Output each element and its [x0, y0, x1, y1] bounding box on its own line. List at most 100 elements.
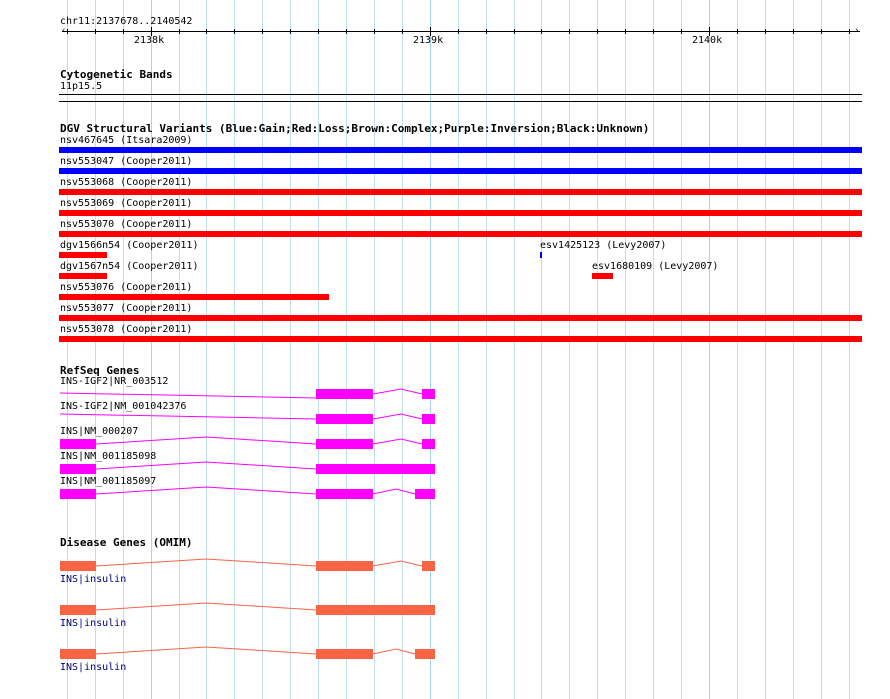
ruler-tick [597, 29, 598, 34]
variant-bar-loss[interactable] [592, 273, 613, 279]
variant-bar-loss[interactable] [59, 294, 329, 300]
grid-line [234, 0, 235, 699]
exon-block [316, 605, 435, 615]
grid-line [486, 0, 487, 699]
exon-block [316, 561, 373, 571]
variant-label[interactable]: nsv467645 (Itsara2009) [60, 135, 192, 147]
ruler-tick [262, 29, 263, 34]
ruler-tick [765, 29, 766, 34]
grid-line [541, 0, 542, 699]
ruler-tick [514, 29, 515, 34]
variant-label[interactable]: dgv1567n54 (Cooper2011) [60, 261, 198, 273]
variant-bar-loss[interactable] [59, 189, 862, 195]
variant-bar-loss[interactable] [59, 315, 862, 321]
variant-bar-loss[interactable] [59, 252, 107, 258]
variant-bar-gain[interactable] [540, 252, 542, 258]
grid-line [430, 0, 431, 699]
exon-block [316, 464, 435, 474]
variant-label[interactable]: nsv553068 (Cooper2011) [60, 177, 192, 189]
ruler-tick [821, 29, 822, 34]
variant-label[interactable]: esv1680109 (Levy2007) [592, 261, 718, 273]
omim-gene-label[interactable]: INS|insulin [60, 618, 126, 630]
omim-gene-model[interactable] [0, 556, 890, 576]
cytoband-track-title[interactable]: Cytogenetic Bands [60, 68, 173, 81]
variant-label[interactable]: nsv553076 (Cooper2011) [60, 282, 192, 294]
dgv-track-title[interactable]: DGV Structural Variants (Blue:Gain;Red:L… [60, 122, 649, 135]
ruler-tick [625, 29, 626, 34]
variant-label[interactable]: nsv553078 (Cooper2011) [60, 324, 192, 336]
exon-block [60, 464, 96, 474]
grid-line [849, 0, 850, 699]
exon-block [422, 439, 435, 449]
ruler-axis [62, 31, 860, 32]
ruler-tick [569, 29, 570, 34]
ruler-tick [206, 29, 207, 34]
omim-gene-model[interactable] [0, 644, 890, 664]
ruler-tick [67, 29, 68, 34]
cytoband-top-line [59, 94, 862, 95]
ruler-tick [849, 29, 850, 34]
exon-block [60, 561, 96, 571]
ruler-tick [318, 29, 319, 34]
grid-line [597, 0, 598, 699]
variant-label[interactable]: nsv553077 (Cooper2011) [60, 303, 192, 315]
variant-bar-gain[interactable] [59, 147, 862, 153]
ruler-tick-label: 2139k [413, 35, 444, 46]
grid-line [458, 0, 459, 699]
exon-block [316, 414, 373, 424]
ruler-right-arrow-icon: › [854, 26, 860, 36]
ruler-left-arrow-icon: ‹ [61, 26, 67, 36]
variant-bar-loss[interactable] [59, 210, 862, 216]
variant-label[interactable]: nsv553047 (Cooper2011) [60, 156, 192, 168]
ruler-tick [290, 29, 291, 34]
variant-bar-loss[interactable] [59, 273, 107, 279]
exon-block [60, 489, 96, 499]
ruler-tick [486, 29, 487, 34]
grid-line [402, 0, 403, 699]
ruler-tick [681, 29, 682, 34]
exon-block [316, 489, 373, 499]
variant-label[interactable]: nsv553069 (Cooper2011) [60, 198, 192, 210]
ruler-tick [234, 29, 235, 34]
omim-gene-label[interactable]: INS|insulin [60, 574, 126, 586]
variant-label[interactable]: nsv553070 (Cooper2011) [60, 219, 192, 231]
gene-model[interactable] [0, 484, 890, 504]
exon-block [316, 439, 373, 449]
ruler-tick-label: 2138k [134, 35, 165, 46]
variant-label[interactable]: esv1425123 (Levy2007) [540, 240, 666, 252]
ruler-tick [653, 29, 654, 34]
exon-block [60, 605, 96, 615]
grid-line [765, 0, 766, 699]
variant-bar-loss[interactable] [59, 231, 862, 237]
grid-line [793, 0, 794, 699]
grid-line [290, 0, 291, 699]
grid-line [681, 0, 682, 699]
ruler-tick [179, 29, 180, 34]
grid-line [318, 0, 319, 699]
ruler-tick [402, 29, 403, 34]
variant-bar-gain[interactable] [59, 168, 862, 174]
exon-block [422, 414, 435, 424]
exon-block [415, 489, 435, 499]
genome-browser-view: chr11:2137678..2140542 ‹ › 2138k 2139k 2… [0, 0, 890, 699]
omim-gene-label[interactable]: INS|insulin [60, 662, 126, 674]
grid-line [569, 0, 570, 699]
grid-line [151, 0, 152, 699]
ruler-tick [458, 29, 459, 34]
grid-line [123, 0, 124, 699]
grid-line [179, 0, 180, 699]
ruler-tick-label: 2140k [692, 35, 723, 46]
grid-line [514, 0, 515, 699]
omim-gene-model[interactable] [0, 600, 890, 620]
grid-line [95, 0, 96, 699]
cytoband-bottom-line [59, 101, 862, 102]
grid-line [625, 0, 626, 699]
ruler-tick [737, 29, 738, 34]
ruler-position-label: chr11:2137678..2140542 [60, 16, 193, 27]
variant-label[interactable]: dgv1566n54 (Cooper2011) [60, 240, 198, 252]
grid-line [262, 0, 263, 699]
ruler-tick [346, 29, 347, 34]
variant-bar-loss[interactable] [59, 336, 862, 342]
grid-line [737, 0, 738, 699]
omim-track-title[interactable]: Disease Genes (OMIM) [60, 536, 192, 549]
